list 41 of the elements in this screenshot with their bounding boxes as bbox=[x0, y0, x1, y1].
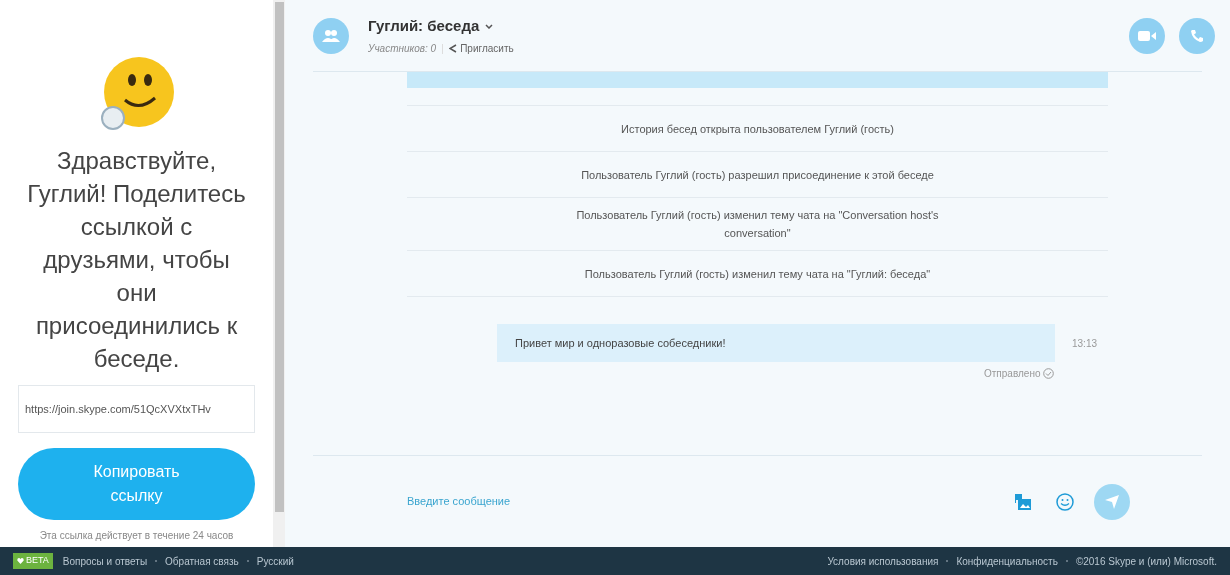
system-message: Пользователь Гуглий (гость) изменил тему чата на "Гуглий: беседа" bbox=[584, 266, 931, 282]
link-field[interactable]: https://join.skype.com/51QcXVXtxTHv bbox=[18, 385, 256, 433]
separator-dot bbox=[246, 560, 249, 562]
heart-icon bbox=[17, 558, 24, 564]
video-call-button[interactable] bbox=[1129, 17, 1165, 54]
chevron-icon[interactable] bbox=[485, 23, 494, 29]
send-icon bbox=[1104, 493, 1120, 510]
group-avatar[interactable] bbox=[313, 17, 349, 54]
message-time: 13:13 bbox=[1072, 336, 1098, 351]
footer-link[interactable]: Вопросы и ответы bbox=[62, 553, 148, 569]
conversation-title[interactable]: Гуглий: беседа bbox=[368, 14, 480, 38]
footer-link[interactable]: Условия использования bbox=[827, 553, 939, 569]
scrollbar[interactable] bbox=[273, 0, 285, 547]
greeting-text: Здравствуйте, Гуглий! Поделитесь ссылкой с друзьями, чтобы они присоединились к беседе. bbox=[26, 146, 247, 374]
link-note: Эта ссылка действует в течение 24 часов bbox=[39, 529, 234, 543]
separator-dot bbox=[946, 560, 949, 562]
system-message: Пользователь Гуглий (гость) разрешил присоединение к этой беседе bbox=[581, 167, 934, 183]
footer-link[interactable]: Конфиденциальность bbox=[956, 553, 1058, 569]
system-message: История бесед открыта пользователем Гуглий (гость) bbox=[621, 121, 894, 137]
participants-count: Участников: 0 bbox=[368, 42, 437, 57]
footer-link[interactable]: Русский bbox=[256, 553, 294, 569]
separator-dot bbox=[155, 560, 158, 562]
check-circle-icon bbox=[1043, 368, 1055, 379]
sent-status: Отправлено bbox=[984, 367, 1041, 381]
message-input[interactable]: Введите сообщение bbox=[407, 493, 1014, 510]
video-camera-icon bbox=[1138, 30, 1156, 41]
emoji-icon[interactable] bbox=[1056, 492, 1074, 511]
message-bubble: Привет мир и одноразовые собеседники! bbox=[497, 324, 1055, 362]
footer-link[interactable]: Обратная связь bbox=[165, 553, 239, 569]
smiley-icon bbox=[98, 56, 175, 132]
call-button[interactable] bbox=[1179, 17, 1215, 54]
footer-link[interactable]: ©2016 Skype и (или) Microsoft. bbox=[1075, 553, 1217, 569]
image-icon[interactable] bbox=[1014, 492, 1032, 511]
invite-button[interactable]: Пригласить bbox=[449, 41, 514, 57]
people-icon bbox=[322, 28, 340, 43]
phone-icon bbox=[1190, 28, 1204, 43]
separator-dot bbox=[1065, 560, 1068, 562]
beta-badge: BETA bbox=[13, 553, 53, 569]
send-button[interactable] bbox=[1094, 483, 1130, 520]
share-icon bbox=[449, 44, 458, 54]
system-message: Пользователь Гуглий (гость) изменил тему чата на "Conversation host's conversation" bbox=[575, 208, 940, 241]
